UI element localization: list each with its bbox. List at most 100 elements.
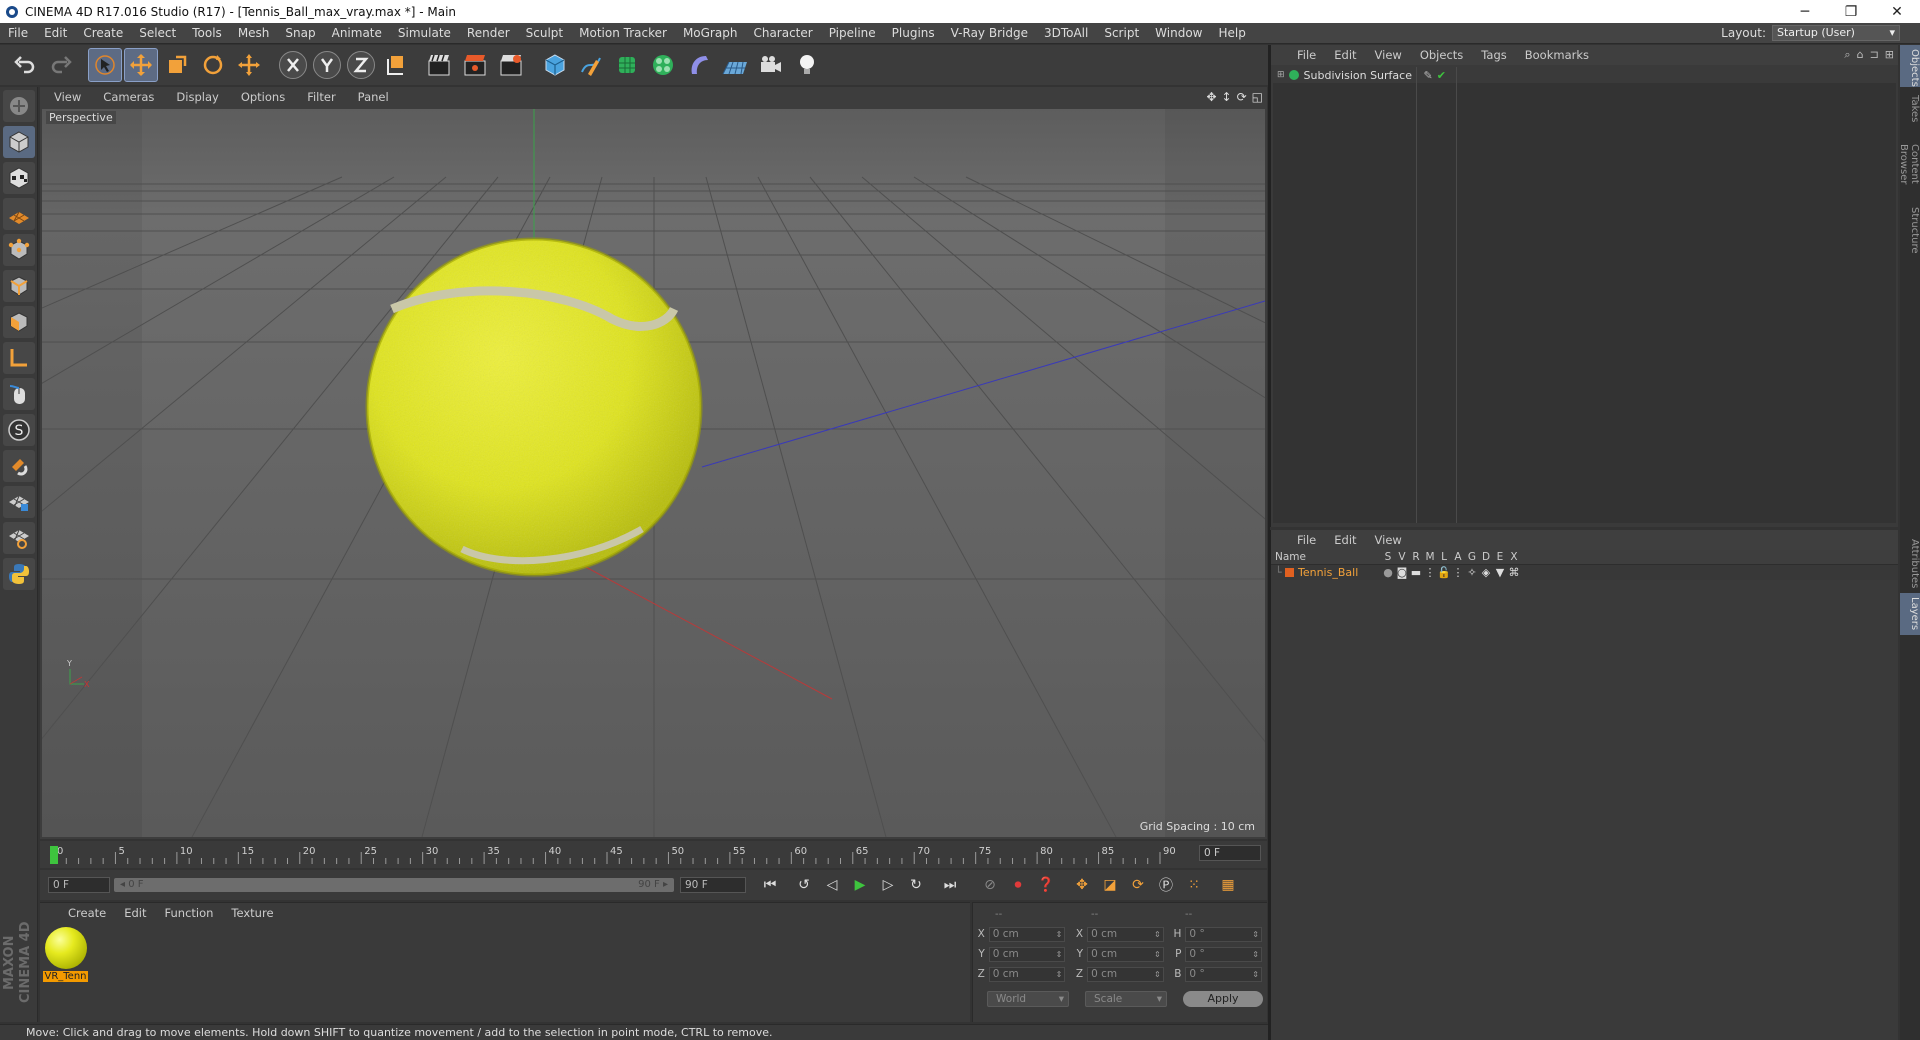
goto-start-button[interactable]: ⏮: [758, 873, 782, 897]
key-param-button[interactable]: Ⓟ: [1154, 873, 1178, 897]
material-menu-edit[interactable]: Edit: [124, 906, 146, 920]
size-y-field[interactable]: 0 cm: [1087, 946, 1164, 962]
redo-button[interactable]: [44, 48, 78, 82]
viewport-canvas[interactable]: Y X Perspective Grid Spacing : 10 cm: [42, 109, 1265, 837]
playhead[interactable]: [50, 846, 58, 864]
make-editable-button[interactable]: [3, 90, 35, 122]
menu-snap[interactable]: Snap: [277, 23, 323, 44]
layer-lock-icon[interactable]: 🔓: [1437, 566, 1451, 579]
object-edit-icon[interactable]: ✎: [1424, 69, 1433, 82]
objects-menu-bookmarks[interactable]: Bookmarks: [1525, 48, 1589, 62]
menu-edit[interactable]: Edit: [36, 23, 75, 44]
menu-help[interactable]: Help: [1210, 23, 1253, 44]
pan-icon[interactable]: ↕: [1222, 90, 1232, 104]
viewport-menu-panel[interactable]: Panel: [358, 90, 389, 104]
cloner-button[interactable]: [646, 48, 680, 82]
step-forward-button[interactable]: ▷: [876, 873, 900, 897]
tab-takes[interactable]: Takes: [1900, 91, 1920, 125]
layer-deformers-icon[interactable]: ◈: [1479, 566, 1493, 579]
restore-button[interactable]: ❐: [1828, 0, 1874, 23]
close-button[interactable]: ✕: [1874, 0, 1920, 23]
tab-objects[interactable]: Objects: [1900, 45, 1920, 87]
objects-menu-tags[interactable]: Tags: [1481, 48, 1506, 62]
object-row-subdivision-surface[interactable]: ⊞ Subdivision Surface ✎ ✔: [1273, 67, 1896, 83]
current-frame-field[interactable]: 0 F: [1199, 845, 1261, 861]
record-keys-button[interactable]: ⏺: [1006, 873, 1030, 897]
layers-menu-view[interactable]: View: [1375, 533, 1402, 547]
deformer-button[interactable]: [682, 48, 716, 82]
subdivision-surface-button[interactable]: [610, 48, 644, 82]
layer-xref-icon[interactable]: ⌘: [1507, 566, 1521, 579]
menu-motion-tracker[interactable]: Motion Tracker: [571, 23, 675, 44]
autokey-button[interactable]: ❓: [1034, 873, 1058, 897]
menu-select[interactable]: Select: [131, 23, 184, 44]
live-selection-button[interactable]: [88, 48, 122, 82]
objects-menu-edit[interactable]: Edit: [1334, 48, 1356, 62]
tab-layers[interactable]: Layers: [1900, 593, 1920, 635]
key-scale-button[interactable]: ◪: [1098, 873, 1122, 897]
goto-end-button[interactable]: ⏭: [938, 873, 962, 897]
tennis-ball[interactable]: [365, 237, 703, 577]
layer-row-tennis-ball[interactable]: └ Tennis_Ball ● ◙ ▬ ⋮ 🔓 ⋮ ✧ ◈ ▼ ⌘: [1271, 565, 1898, 580]
viewport-menu-cameras[interactable]: Cameras: [103, 90, 154, 104]
position-y-field[interactable]: 0 cm: [988, 946, 1066, 962]
rotation-b-field[interactable]: 0 °: [1185, 966, 1262, 982]
menu-character[interactable]: Character: [745, 23, 820, 44]
position-z-field[interactable]: 0 cm: [988, 966, 1066, 982]
position-x-field[interactable]: 0 cm: [988, 926, 1066, 942]
edges-mode-button[interactable]: [3, 270, 35, 302]
minimize-button[interactable]: ─: [1782, 0, 1828, 23]
recent-tool-button[interactable]: [232, 48, 266, 82]
viewport-menu-display[interactable]: Display: [176, 90, 218, 104]
world-dropdown[interactable]: World: [987, 991, 1069, 1007]
points-mode-button[interactable]: [3, 234, 35, 266]
start-frame-field[interactable]: 0 F: [48, 877, 110, 893]
menu-render[interactable]: Render: [459, 23, 518, 44]
hierarchy-icon[interactable]: ⊐: [1870, 48, 1879, 62]
layer-color-icon[interactable]: [1285, 568, 1294, 577]
menu-vray-bridge[interactable]: V-Ray Bridge: [943, 23, 1036, 44]
pen-spline-button[interactable]: [574, 48, 608, 82]
x-axis-lock-button[interactable]: [279, 51, 307, 79]
render-view-button[interactable]: [422, 48, 456, 82]
axis-mode-button[interactable]: [3, 342, 35, 374]
layout-dropdown[interactable]: Startup (User): [1772, 25, 1900, 41]
menu-file[interactable]: File: [0, 23, 36, 44]
magnet-button[interactable]: [3, 450, 35, 482]
rotate-view-icon[interactable]: ⟳: [1237, 90, 1247, 104]
scale-tool-button[interactable]: [160, 48, 194, 82]
workplane-mode-button[interactable]: [3, 198, 35, 230]
viewport-menu-options[interactable]: Options: [241, 90, 285, 104]
home-icon[interactable]: ⌂: [1857, 48, 1864, 62]
expand-icon[interactable]: ⊞: [1277, 70, 1285, 80]
scale-dropdown[interactable]: Scale: [1085, 991, 1167, 1007]
light-object-button[interactable]: [790, 48, 824, 82]
tab-content-browser[interactable]: Content Browser: [1898, 129, 1920, 199]
rotation-h-field[interactable]: 0 °: [1185, 926, 1262, 942]
layers-menu-edit[interactable]: Edit: [1334, 533, 1356, 547]
play-button[interactable]: ▶: [848, 873, 872, 897]
search-icon[interactable]: ⌕: [1844, 48, 1850, 62]
menu-3dtoall[interactable]: 3DToAll: [1036, 23, 1096, 44]
z-axis-lock-button[interactable]: [347, 51, 375, 79]
step-back-button[interactable]: ◁: [820, 873, 844, 897]
cube-object-button[interactable]: [538, 48, 572, 82]
rotate-tool-button[interactable]: [196, 48, 230, 82]
floor-object-button[interactable]: [718, 48, 752, 82]
key-pla-button[interactable]: ⁙: [1182, 873, 1206, 897]
menu-plugins[interactable]: Plugins: [884, 23, 943, 44]
camera-object-button[interactable]: [754, 48, 788, 82]
key-position-button[interactable]: ✥: [1070, 873, 1094, 897]
menu-animate[interactable]: Animate: [324, 23, 390, 44]
polygons-mode-button[interactable]: [3, 306, 35, 338]
rotation-p-field[interactable]: 0 °: [1185, 946, 1262, 962]
texture-mode-button[interactable]: [3, 162, 35, 194]
menu-tools[interactable]: Tools: [184, 23, 230, 44]
menu-mograph[interactable]: MoGraph: [675, 23, 746, 44]
material-swatch[interactable]: VR_Tenn: [43, 927, 88, 987]
preview-range-slider[interactable]: ◂ 0 F 90 F ▸: [114, 878, 674, 892]
layer-generators-icon[interactable]: ✧: [1465, 566, 1479, 579]
model-mode-button[interactable]: [3, 126, 35, 158]
coordinate-system-button[interactable]: [378, 48, 412, 82]
render-picture-viewer-button[interactable]: [458, 48, 492, 82]
